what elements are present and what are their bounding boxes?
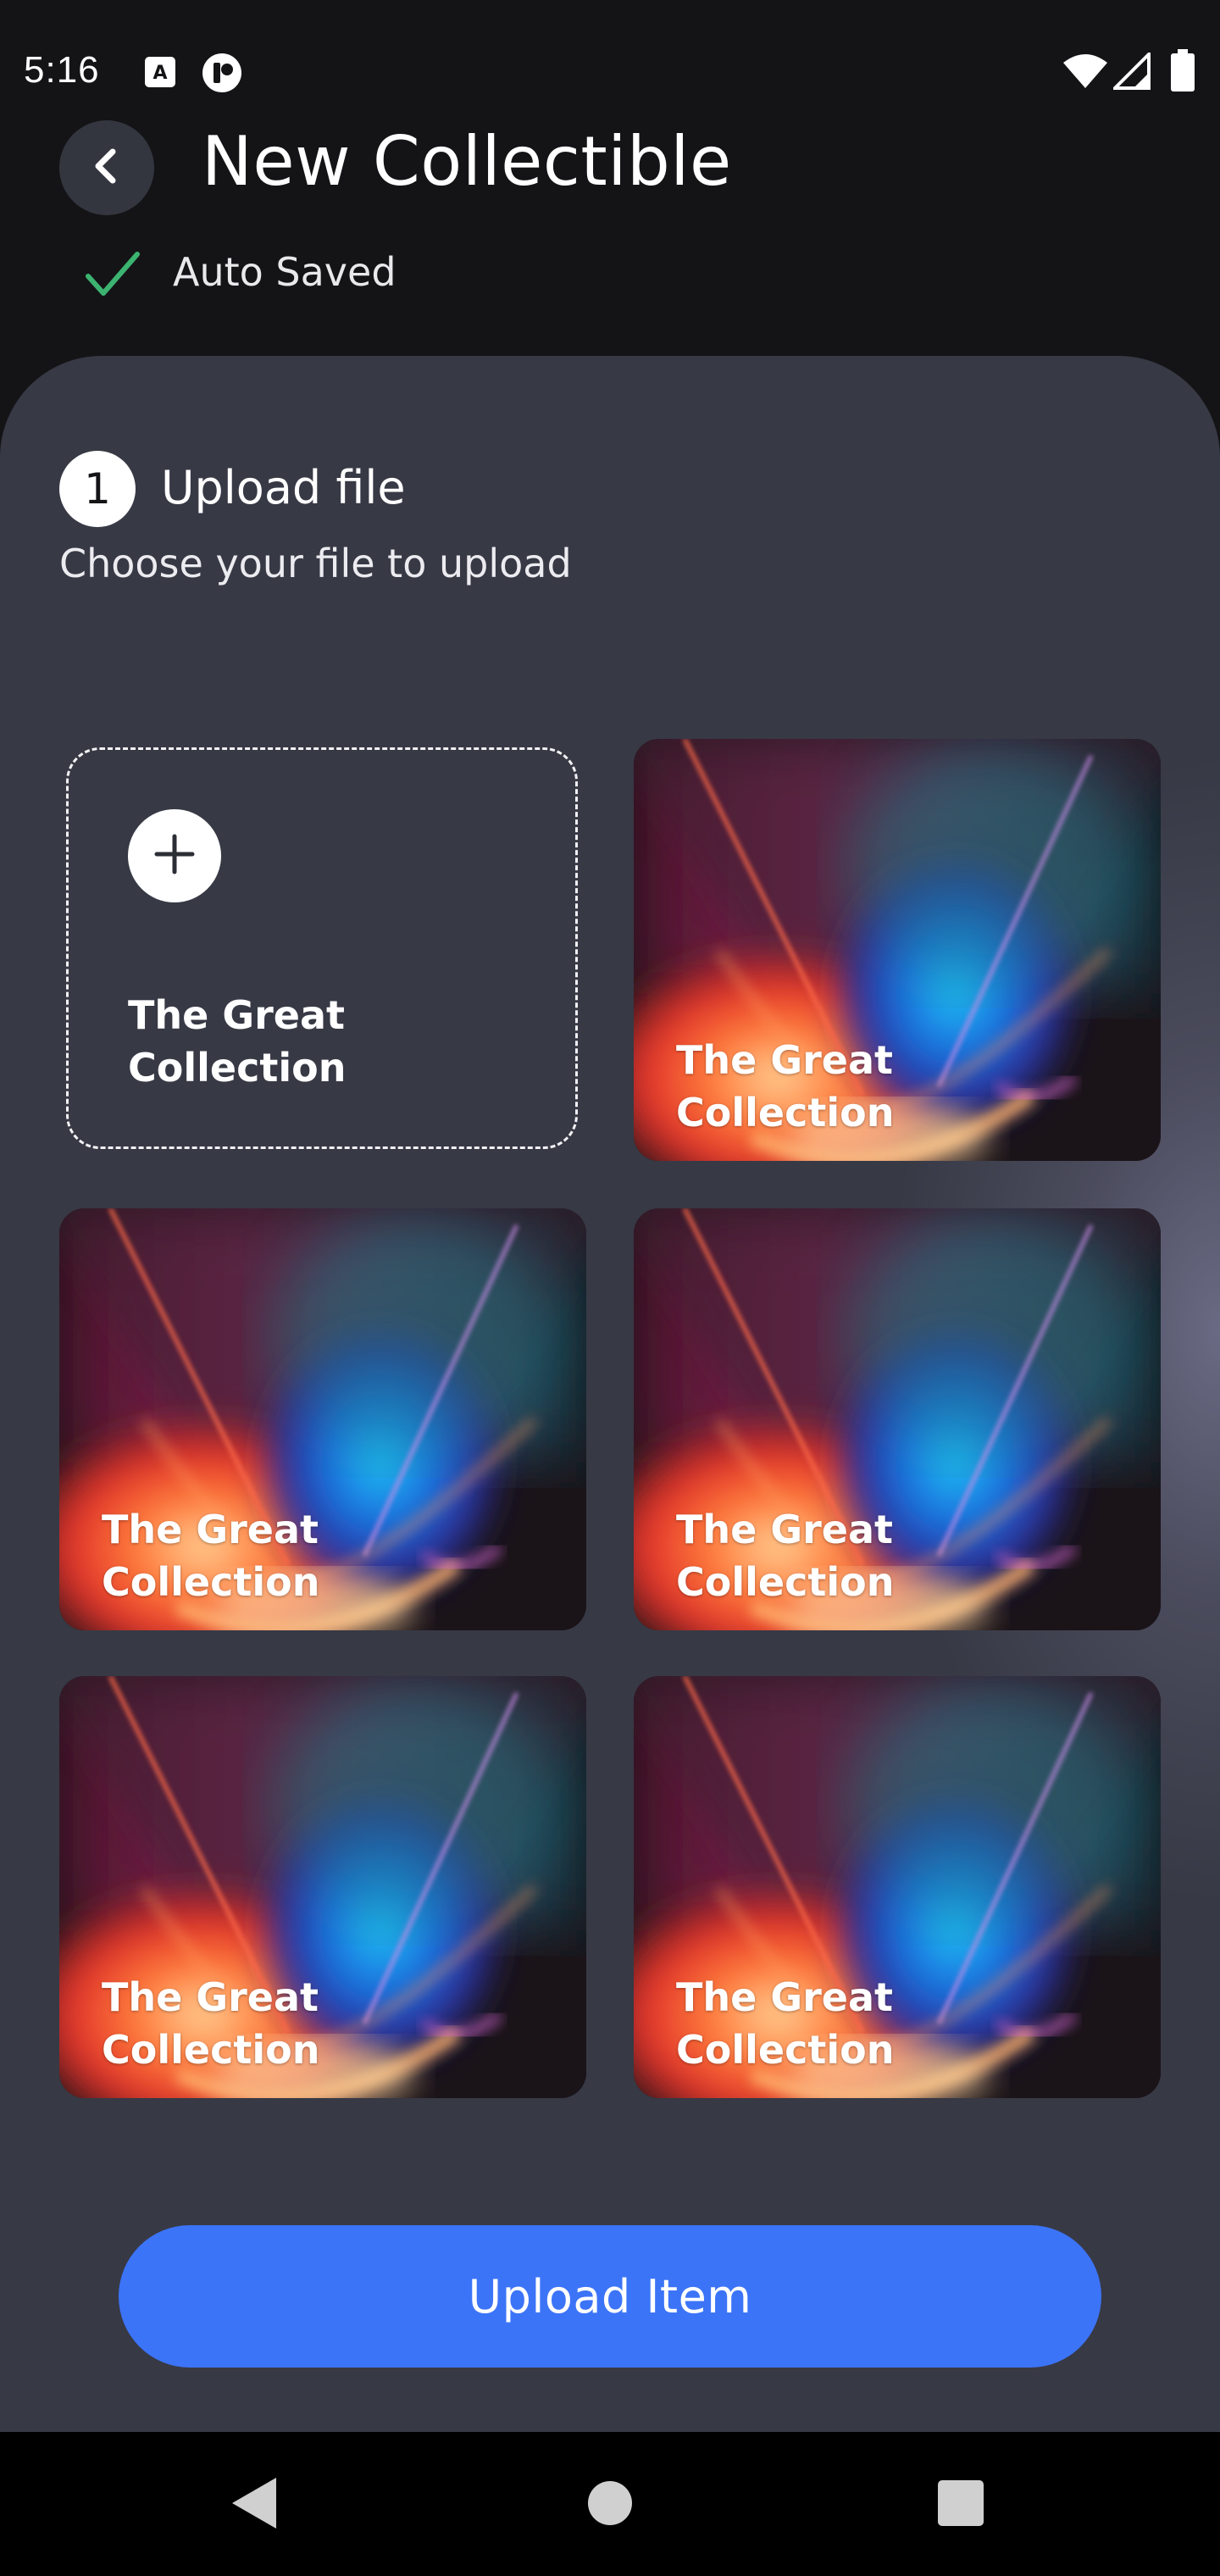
tile-label: The Great Collection [676,1507,895,1605]
tile-label: The Great Collection [102,1507,320,1605]
signal-icon [1111,50,1151,93]
add-file-button[interactable] [128,809,221,902]
chevron-left-icon [86,145,128,191]
nav-home-icon[interactable] [586,2479,634,2530]
nav-recents-icon[interactable] [937,2479,984,2530]
tile-label: The Great Collection [676,1037,895,1135]
add-tile-label: The Great Collection [128,992,347,1091]
system-nav-bar [0,2432,1220,2576]
collection-tile[interactable]: The Great Collection [59,1208,586,1630]
svg-text:A: A [152,63,167,84]
wifi-icon [1062,53,1108,93]
step-number-badge: 1 [59,451,136,527]
upload-item-button[interactable]: Upload Item [119,2225,1101,2368]
plus-icon [152,831,197,880]
tile-label: The Great Collection [102,1974,320,2073]
back-button[interactable] [59,120,154,215]
tile-label: The Great Collection [676,1974,895,2073]
autosave-status: Auto Saved [173,249,396,295]
status-time: 5:16 [24,49,100,91]
add-file-tile[interactable]: The Great Collection [66,747,578,1149]
step-subtitle: Choose your file to upload [59,541,572,586]
collection-tile[interactable]: The Great Collection [634,739,1161,1161]
step-title: Upload file [161,461,406,514]
nav-back-icon[interactable] [229,2476,280,2534]
collection-tile[interactable]: The Great Collection [59,1676,586,2098]
check-icon [85,249,141,303]
battery-icon [1171,49,1195,95]
app-notification-icon [202,53,242,97]
collection-tile[interactable]: The Great Collection [634,1208,1161,1630]
page-title: New Collectible [202,122,732,201]
collection-tile[interactable]: The Great Collection [634,1676,1161,2098]
keyboard-icon: A [144,56,176,92]
